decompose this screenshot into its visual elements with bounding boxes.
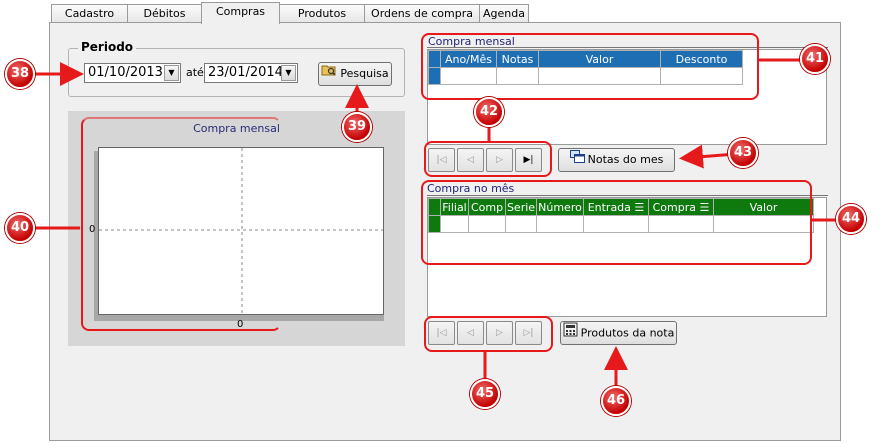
- produtos-da-nota-label: Produtos da nota: [580, 326, 675, 340]
- tab-label: Produtos: [297, 7, 347, 20]
- annotation-badge-45: 45: [470, 379, 500, 409]
- chevron-down-icon[interactable]: ▼: [281, 65, 296, 81]
- notas-do-mes-button[interactable]: Notas do mes: [558, 148, 675, 172]
- annotation-box-nav-2: [424, 316, 553, 352]
- tab-cadastro[interactable]: Cadastro: [51, 4, 128, 23]
- annotation-box-chart: [81, 117, 281, 331]
- annotation-badge-44: 44: [836, 204, 866, 234]
- annotation-badge-40: 40: [5, 213, 35, 243]
- annotation-badge-46: 46: [601, 386, 631, 416]
- tab-produtos[interactable]: Produtos: [279, 4, 365, 23]
- tab-label: Débitos: [143, 7, 186, 20]
- annotation-box-nav-1: [424, 141, 552, 177]
- produtos-da-nota-button[interactable]: Produtos da nota: [560, 321, 677, 345]
- end-date-field[interactable]: 23/01/2014 ▼: [204, 63, 298, 83]
- tab-debitos[interactable]: Débitos: [127, 4, 202, 23]
- tab-label: Compras: [215, 5, 266, 18]
- tab-label: Cadastro: [64, 7, 115, 20]
- tab-ordens-de-compra[interactable]: Ordens de compra: [364, 4, 480, 23]
- tab-label: Agenda: [483, 7, 525, 20]
- chevron-down-icon[interactable]: ▼: [164, 65, 179, 81]
- tab-compras[interactable]: Compras: [201, 2, 280, 24]
- periodo-title: Periodo: [78, 40, 137, 54]
- tab-agenda[interactable]: Agenda: [479, 4, 529, 23]
- annotation-box-compra-no-mes: [421, 180, 812, 265]
- annotation-badge-38: 38: [5, 59, 35, 89]
- date-separator: até: [186, 66, 204, 79]
- annotation-box-compra-mensal: [421, 33, 759, 100]
- end-date-value: 23/01/2014: [208, 65, 283, 80]
- calculator-icon: [563, 322, 578, 345]
- search-folder-icon: [321, 63, 337, 85]
- start-date-value: 01/10/2013: [88, 65, 163, 80]
- annotation-badge-42: 42: [474, 97, 504, 127]
- windows-icon: [569, 149, 585, 171]
- pesquisa-button[interactable]: Pesquisa: [318, 62, 392, 86]
- annotation-badge-43: 43: [728, 138, 758, 168]
- annotation-badge-41: 41: [800, 44, 830, 74]
- notas-do-mes-label: Notas do mes: [587, 153, 664, 166]
- pesquisa-label: Pesquisa: [340, 67, 389, 80]
- annotation-badge-39: 39: [342, 112, 372, 142]
- start-date-field[interactable]: 01/10/2013 ▼: [84, 63, 181, 83]
- tab-label: Ordens de compra: [371, 7, 473, 20]
